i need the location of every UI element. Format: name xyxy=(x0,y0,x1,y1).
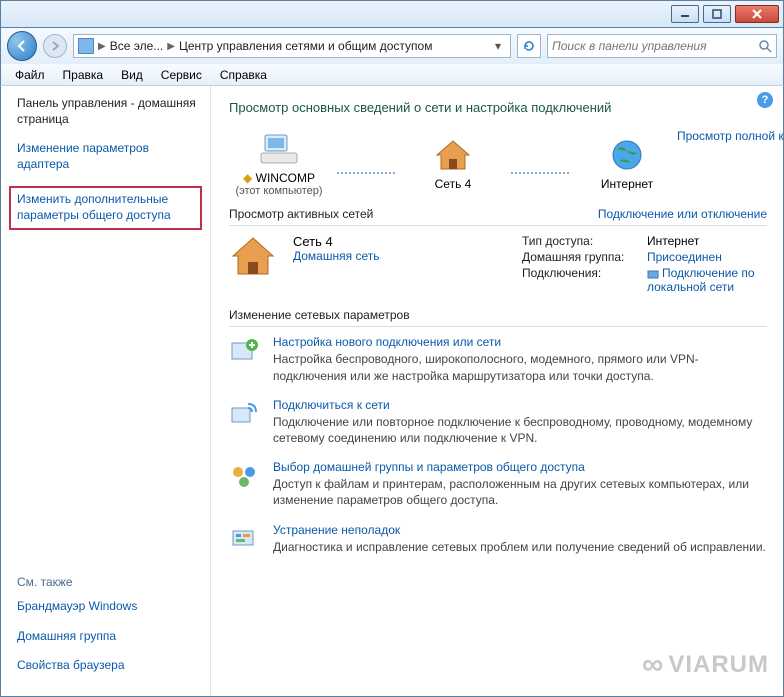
connect-disconnect-link[interactable]: Подключение или отключение xyxy=(598,207,767,221)
network-name: Сеть 4 xyxy=(293,234,379,249)
house-icon xyxy=(431,135,475,175)
connect-icon xyxy=(229,398,261,430)
search-box[interactable] xyxy=(547,34,777,58)
new-connection-icon xyxy=(229,335,261,367)
window-titlebar xyxy=(0,0,784,28)
sidebar-homegroup-link[interactable]: Домашняя группа xyxy=(17,629,198,645)
network-map: ◆ WINCOMP (этот компьютер) Сеть 4 Интерн… xyxy=(229,129,767,197)
homegroup-status-link[interactable]: Присоединен xyxy=(647,250,767,264)
network-type-link[interactable]: Домашняя сеть xyxy=(293,249,379,263)
troubleshoot-icon xyxy=(229,523,261,555)
ethernet-icon xyxy=(647,268,659,280)
option-title[interactable]: Подключиться к сети xyxy=(273,398,767,412)
infinity-icon: ∞ xyxy=(642,648,664,682)
menu-tools[interactable]: Сервис xyxy=(153,66,210,84)
option-new-connection[interactable]: Настройка нового подключения или сети На… xyxy=(229,335,767,383)
change-settings-heading: Изменение сетевых параметров xyxy=(229,308,767,322)
menu-view[interactable]: Вид xyxy=(113,66,151,84)
minimize-button[interactable] xyxy=(671,5,699,23)
page-title: Просмотр основных сведений о сети и наст… xyxy=(229,100,767,115)
search-icon xyxy=(758,39,772,53)
control-panel-icon xyxy=(78,38,94,54)
option-connect-network[interactable]: Подключиться к сети Подключение или повт… xyxy=(229,398,767,446)
globe-icon xyxy=(605,135,649,175)
option-desc: Диагностика и исправление сетевых пробле… xyxy=(273,539,767,555)
breadcrumb-dropdown[interactable]: ▾ xyxy=(490,39,506,53)
homegroup-icon xyxy=(229,460,261,492)
chevron-right-icon: ▶ xyxy=(165,41,177,52)
sidebar-advanced-sharing-link[interactable]: Изменить дополнительные параметры общего… xyxy=(9,186,202,229)
chevron-right-icon: ▶ xyxy=(96,41,108,52)
node-internet: Интернет xyxy=(577,135,677,191)
help-icon[interactable]: ? xyxy=(757,92,773,108)
active-network-block: Сеть 4 Домашняя сеть Тип доступа:Интерне… xyxy=(229,234,767,296)
watermark: ∞VIARUM xyxy=(642,648,769,682)
main-panel: ? Просмотр основных сведений о сети и на… xyxy=(211,86,783,696)
refresh-button[interactable] xyxy=(517,34,541,58)
option-desc: Доступ к файлам и принтерам, расположенн… xyxy=(273,476,767,508)
active-networks-heading: Просмотр активных сетей xyxy=(229,207,373,221)
back-button[interactable] xyxy=(7,31,37,61)
menu-bar: Файл Правка Вид Сервис Справка xyxy=(0,64,784,86)
maximize-button[interactable] xyxy=(703,5,731,23)
connector-line xyxy=(511,172,569,174)
node-this-pc: ◆ WINCOMP (этот компьютер) xyxy=(229,129,329,197)
option-desc: Подключение или повторное подключение к … xyxy=(273,414,767,446)
breadcrumb-item[interactable]: Центр управления сетями и общим доступом xyxy=(179,39,433,53)
network-properties: Тип доступа:Интернет Домашняя группа:При… xyxy=(522,234,767,296)
search-input[interactable] xyxy=(552,39,758,53)
node-network: Сеть 4 xyxy=(403,135,503,191)
sidebar-browser-link[interactable]: Свойства браузера xyxy=(17,658,198,674)
menu-edit[interactable]: Правка xyxy=(55,66,112,84)
shield-icon: ◆ xyxy=(243,171,252,185)
option-desc: Настройка беспроводного, широкополосного… xyxy=(273,351,767,383)
option-homegroup[interactable]: Выбор домашней группы и параметров общег… xyxy=(229,460,767,508)
connector-line xyxy=(337,172,395,174)
view-full-map-link[interactable]: Просмотр полной карты xyxy=(677,129,783,143)
sidebar-home-link[interactable]: Панель управления - домашняя страница xyxy=(17,96,198,127)
option-troubleshoot[interactable]: Устранение неполадок Диагностика и испра… xyxy=(229,523,767,555)
sidebar-firewall-link[interactable]: Брандмауэр Windows xyxy=(17,599,198,615)
connection-link[interactable]: Подключение по локальной сети xyxy=(647,266,767,294)
option-title[interactable]: Выбор домашней группы и параметров общег… xyxy=(273,460,767,474)
address-bar-row: ▶ Все эле... ▶ Центр управления сетями и… xyxy=(0,28,784,64)
close-button[interactable] xyxy=(735,5,779,23)
see-also-heading: См. также xyxy=(17,575,198,589)
menu-help[interactable]: Справка xyxy=(212,66,275,84)
forward-button[interactable] xyxy=(43,34,67,58)
sidebar: Панель управления - домашняя страница Из… xyxy=(1,86,211,696)
breadcrumb[interactable]: ▶ Все эле... ▶ Центр управления сетями и… xyxy=(73,34,511,58)
sidebar-adapter-link[interactable]: Изменение параметров адаптера xyxy=(17,141,198,172)
option-title[interactable]: Устранение неполадок xyxy=(273,523,767,537)
content-area: Панель управления - домашняя страница Из… xyxy=(0,86,784,697)
house-icon xyxy=(229,234,277,296)
option-title[interactable]: Настройка нового подключения или сети xyxy=(273,335,767,349)
breadcrumb-item[interactable]: Все эле... xyxy=(110,39,164,53)
computer-icon xyxy=(257,129,301,169)
menu-file[interactable]: Файл xyxy=(7,66,53,84)
